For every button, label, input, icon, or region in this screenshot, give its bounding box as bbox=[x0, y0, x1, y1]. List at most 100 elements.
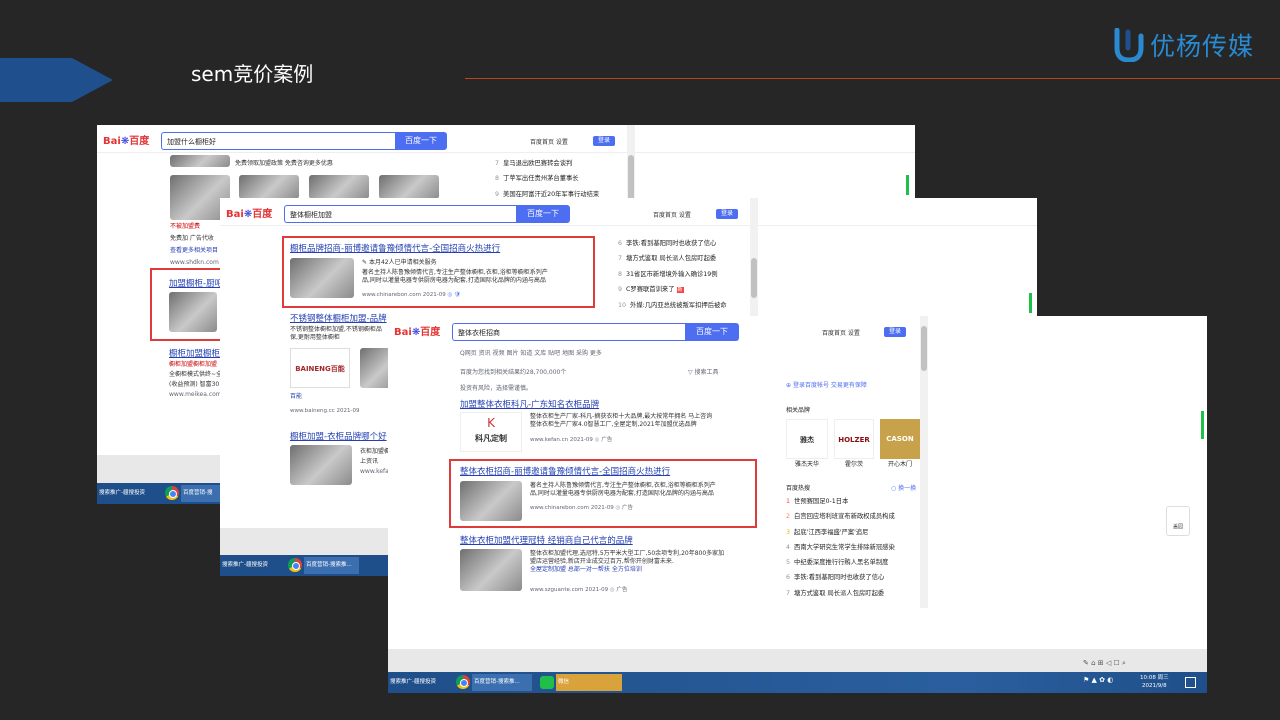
result-title-link[interactable]: 橱柜加盟-衣柜品牌哪个好 bbox=[290, 430, 387, 442]
brand-logo: 优杨传媒 bbox=[1114, 25, 1259, 65]
brand-logo-cason: CASON bbox=[880, 419, 920, 459]
brand-card[interactable]: CASON 开心木门 bbox=[880, 419, 920, 468]
clock[interactable]: 10:08 周三 2021/9/8 bbox=[1140, 674, 1169, 690]
result-title-link[interactable]: 不锈钢整体橱柜加盟-品牌 bbox=[290, 312, 387, 324]
hot-item[interactable]: 10 外媒:几内亚总统被叛军扣押后被命 bbox=[618, 298, 727, 313]
search-input[interactable]: 加盟什么橱柜好 bbox=[161, 132, 395, 150]
hot-item[interactable]: 4 西南大学研究生常学生排除新冠感染 bbox=[786, 540, 895, 555]
brand-logo-holzer: HOLZER bbox=[834, 419, 874, 459]
service-badge: ✎ 本月42人已申请相关服务 bbox=[362, 259, 437, 266]
hot-item[interactable]: 7 塘方式鉴取 局长派人包房盯起委 bbox=[786, 586, 895, 601]
taskbar: 搜索推广-疆搜投资 百度营销-搜索推... 微信 ⚑ ▲ ✿ ◐ 10:08 周… bbox=[388, 672, 1207, 693]
scroll-indicator bbox=[906, 175, 909, 195]
hot-item[interactable]: 6 李铁:看到基阳同时也收获了信心 bbox=[618, 236, 727, 251]
thumbnail bbox=[290, 445, 352, 485]
top-links[interactable]: 百度首页 设置 bbox=[530, 137, 568, 146]
hot-item[interactable]: 6 李铁:看到基阳同时也收获了信心 bbox=[786, 570, 895, 585]
thumbnail bbox=[239, 175, 299, 199]
brand-mark-icon bbox=[1114, 28, 1144, 62]
screenshot-window-3: Bai❋百度 整体衣柜招商 百度一下 百度首页 设置 登录 Q网页 资讯 视频 … bbox=[388, 316, 1207, 693]
login-button[interactable]: 登录 bbox=[716, 209, 738, 219]
notification-icon[interactable] bbox=[1185, 677, 1196, 688]
result-title-link[interactable]: 橱柜品牌招商-丽博邀请鲁豫倾情代言-全国招商火热进行 bbox=[290, 242, 500, 254]
scroll-indicator bbox=[1029, 293, 1032, 313]
brand-name: 优杨传媒 bbox=[1150, 32, 1255, 61]
hot-item[interactable]: 9 C罗赛联首训来了 新 bbox=[618, 282, 727, 298]
search-button[interactable]: 百度一下 bbox=[395, 132, 447, 150]
hot-list: 6 李铁:看到基阳同时也收获了信心 7 塘方式鉴取 局长派人包房盯起委 8 31省区市… bbox=[618, 236, 727, 313]
hot-item[interactable]: 8 丁苹军出任贵州茅台董事长 bbox=[495, 171, 599, 186]
scroll-indicator bbox=[1201, 411, 1204, 439]
search-button[interactable]: 百度一下 bbox=[516, 205, 570, 223]
result-snippet: 整体衣柜加盟代理,选冠特,5万平米大型工厂,50余项专利,20年800多家加 盟… bbox=[530, 550, 725, 573]
scrollbar[interactable] bbox=[920, 316, 928, 608]
baidu-header: Bai❋百度 整体橱柜加盟 百度一下 百度首页 设置 登录 bbox=[220, 198, 1037, 226]
result-url: www.chinarebon.com 2021-09 ◎ 🛡 bbox=[362, 292, 462, 298]
search-tabs[interactable]: Q网页 资讯 视频 图片 知道 文库 贴吧 地图 采购 更多 bbox=[460, 348, 602, 357]
search-button[interactable]: 百度一下 bbox=[685, 323, 739, 341]
result-title-link[interactable]: 整体衣柜加盟代理冠特 经销商自己代言的品牌 bbox=[460, 534, 633, 546]
brand-caption[interactable]: 百能 bbox=[290, 393, 302, 401]
result-url: www.chinarebon.com 2021-09 ◎ 广告 bbox=[530, 505, 634, 511]
top-links[interactable]: 百度首页 设置 bbox=[653, 210, 691, 219]
search-input[interactable]: 整体衣柜招商 bbox=[452, 323, 685, 341]
result-title-link[interactable]: 橱柜加盟橱柜 bbox=[169, 347, 220, 359]
baidu-header: Bai❋百度 整体衣柜招商 百度一下 百度首页 设置 登录 bbox=[388, 316, 1207, 346]
taskbar-item[interactable]: 搜索推广-疆搜投资 bbox=[220, 557, 280, 574]
refresh-button[interactable]: ○ 换一换 bbox=[891, 483, 916, 492]
result-snippet: 著名主持人陈鲁豫倾情代言,专注生产整体橱柜,衣柜,浴柜等橱柜系列产 品,同时以灌… bbox=[362, 269, 548, 284]
brand-card[interactable]: 雅杰 雅杰天华 bbox=[786, 419, 828, 468]
chrome-icon[interactable] bbox=[456, 675, 470, 689]
result-title-link[interactable]: 整体衣柜招商-丽博邀请鲁豫倾情代言-全国招商火热进行 bbox=[460, 465, 670, 477]
search-tools[interactable]: ▽ 搜索工具 bbox=[688, 367, 719, 376]
login-button[interactable]: 登录 bbox=[884, 327, 906, 337]
baidu-header: Bai❋百度 加盟什么橱柜好 百度一下 百度首页 设置 登录 bbox=[97, 125, 915, 153]
tray-icons[interactable]: ⚑ ▲ ✿ ◐ bbox=[1083, 676, 1113, 684]
side-brand-heading: 相关品牌 bbox=[786, 407, 811, 414]
taskbar-item[interactable]: 百度营销-搜索推... bbox=[304, 557, 359, 574]
result-title-link[interactable]: 加盟整体衣柜科凡-广东知名衣柜品牌 bbox=[460, 398, 599, 410]
hot-item[interactable]: 5 中纪委深度推行行贿人黑名单制度 bbox=[786, 555, 895, 570]
taskbar-item[interactable]: 搜索推广-疆搜投资 bbox=[388, 674, 448, 691]
chrome-icon[interactable] bbox=[288, 558, 302, 572]
result-title-link[interactable]: 加盟橱柜-厨吧 bbox=[169, 277, 223, 289]
brand-card[interactable]: HOLZER 霍尔茨 bbox=[834, 419, 874, 468]
slide-title: sem竞价案例 bbox=[191, 62, 314, 86]
brand-logo-yajie: 雅杰 bbox=[786, 419, 828, 459]
top-links[interactable]: 百度首页 设置 bbox=[822, 328, 860, 337]
hot-item[interactable]: 7 塘方式鉴取 局长派人包房盯起委 bbox=[618, 251, 727, 266]
taskbar-item[interactable]: 微信 bbox=[556, 674, 622, 691]
login-button[interactable]: 登录 bbox=[593, 136, 615, 146]
hot-item[interactable]: 7 皇马退出欧巴赛转会谈判 bbox=[495, 156, 599, 171]
taskbar-item[interactable]: 百度营销-搜索推... bbox=[472, 674, 532, 691]
thumbnail bbox=[290, 258, 354, 298]
hot-item[interactable]: 2 白宫回应塔利班宣布新政权成员构成 bbox=[786, 509, 895, 524]
thumbnail bbox=[309, 175, 369, 199]
result-snippet: 著名主持人陈鲁豫倾情代言,专注生产整体橱柜,衣柜,浴柜等橱柜系列产 品,同时以灌… bbox=[530, 482, 716, 497]
hot-item[interactable]: 1 世预赛国足0-1日本 bbox=[786, 494, 895, 509]
result-url: www.kefan.cn 2021-09 ◎ 广告 bbox=[530, 437, 613, 443]
thumbnail bbox=[460, 481, 522, 521]
hot-list: 1 世预赛国足0-1日本 2 白宫回应塔利班宣布新政权成员构成 3 起底'江西李福盛'… bbox=[786, 494, 895, 601]
brand-logo-baineng: BAINENG百能 bbox=[290, 348, 350, 388]
snippet-text: 免费领取加盟政策 免费咨询更多优惠 bbox=[235, 160, 333, 167]
baidu-logo: Bai❋百度 bbox=[103, 136, 150, 147]
chrome-icon[interactable] bbox=[165, 486, 179, 500]
section-arrow-icon bbox=[0, 58, 113, 102]
result-count: 百度为您找到相关结果约28,700,000个 bbox=[460, 369, 567, 376]
header-divider bbox=[465, 78, 1280, 79]
search-input[interactable]: 整体橱柜加盟 bbox=[284, 205, 516, 223]
toolbar-icons[interactable]: ✎ ⌂ ⊞ ◁ ☐ ⌕ bbox=[1083, 659, 1126, 668]
float-feedback-button[interactable]: 盖园 bbox=[1166, 506, 1190, 536]
baidu-logo: Bai❋百度 bbox=[394, 327, 441, 338]
thumbnail bbox=[170, 155, 230, 167]
side-login-link[interactable]: ⊕ 登录百度帐号 交易更有保障 bbox=[786, 380, 867, 389]
baidu-logo: Bai❋百度 bbox=[226, 209, 273, 220]
result-snippet: 整体衣柜生产厂家-科凡-摘获衣柜十大品牌,最大按常年拥名 马上咨询 整体衣柜生产… bbox=[530, 413, 713, 428]
hot-item[interactable]: 8 31省区市新增境外输入确诊19例 bbox=[618, 267, 727, 282]
hot-item[interactable]: 3 起底'江西李福盛'严案'追尼 bbox=[786, 525, 895, 540]
thumbnail bbox=[169, 292, 217, 332]
hot-list: 7 皇马退出欧巴赛转会谈判 8 丁苹军出任贵州茅台董事长 9 美国在阿富汗近20年军事… bbox=[495, 156, 599, 202]
wechat-icon[interactable] bbox=[540, 676, 554, 689]
taskbar-item[interactable]: 搜索推广-疆搜投资 bbox=[97, 485, 157, 502]
